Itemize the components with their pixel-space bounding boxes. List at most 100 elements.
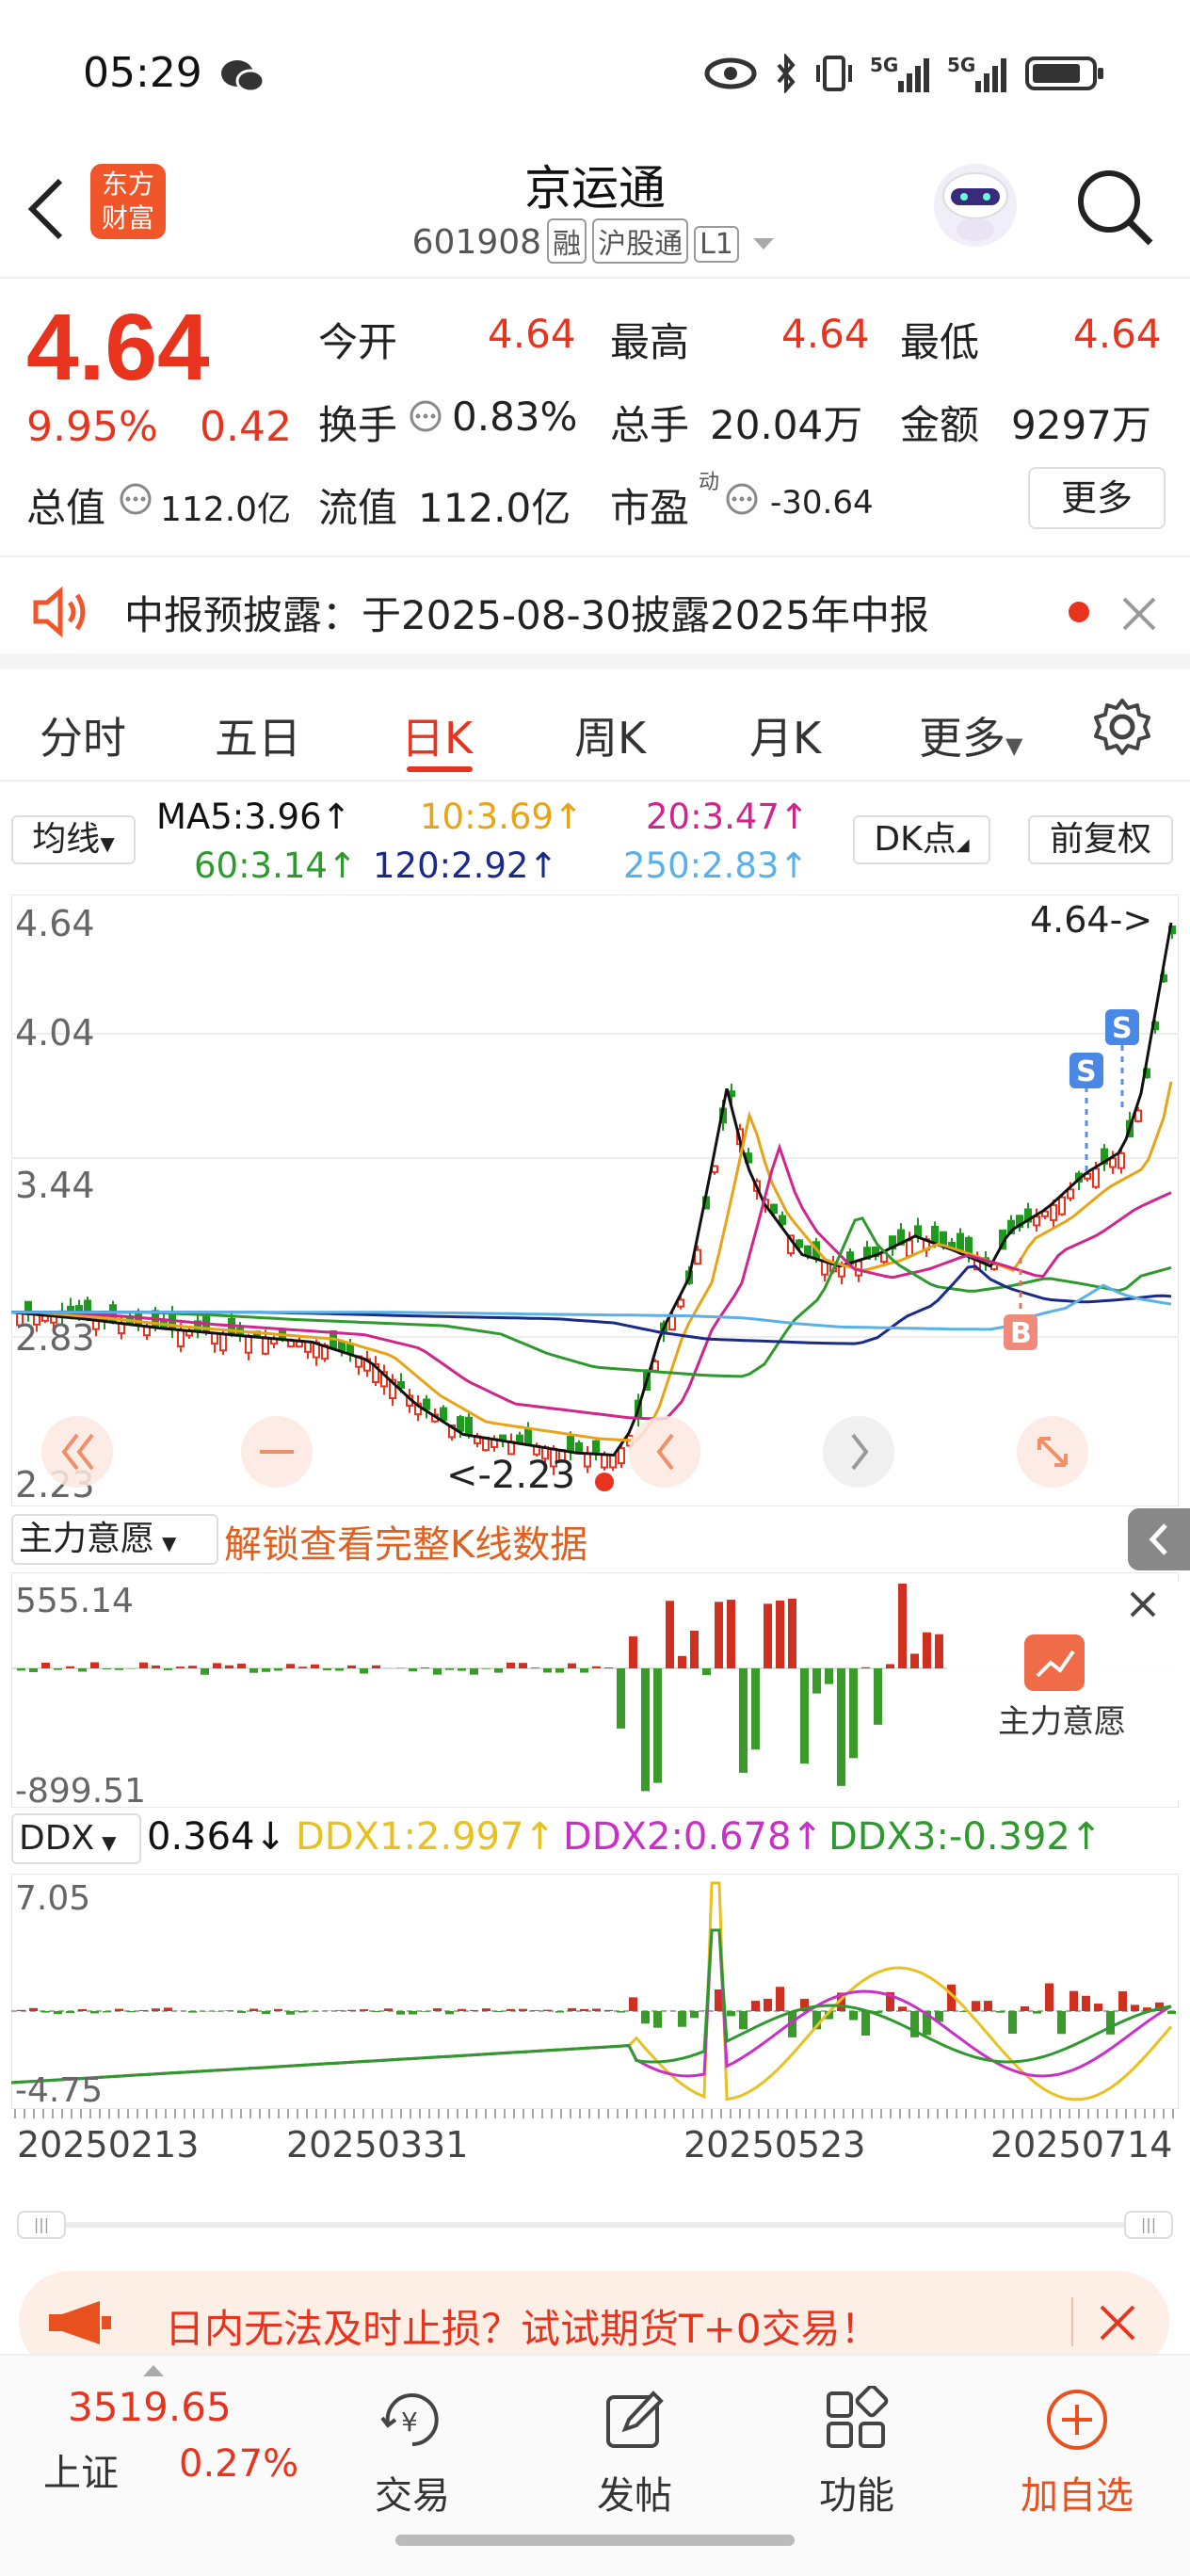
ddx1-text: DDX1:2.997 [296, 1815, 524, 1859]
main-force-bar [874, 1668, 882, 1725]
dk-point-label: DK点 [874, 820, 957, 859]
kline-chart[interactable]: 4.64 4.04 3.44 2.83 2.23 4.64-> <-2.23 S… [11, 894, 1179, 1506]
y-tick-label: 3.44 [15, 1165, 95, 1206]
ddx-bar [1118, 1990, 1127, 2011]
ddx-bar [861, 2011, 870, 2037]
main-force-bar [825, 1668, 833, 1684]
y-tick-label: 2.83 [15, 1317, 95, 1359]
ddx-bar [604, 2009, 613, 2011]
ddx-bar [347, 2009, 356, 2011]
candle-body [262, 1336, 269, 1355]
candle-body [906, 1239, 913, 1257]
ma-selector[interactable]: 均线▼ [11, 815, 136, 864]
megaphone-icon [49, 2301, 111, 2344]
main-force-bar [335, 1668, 344, 1671]
candle-body [1067, 1188, 1074, 1199]
robot-avatar-icon[interactable] [928, 158, 1022, 249]
main-force-bar [421, 1667, 429, 1668]
corner-caret-icon: ◢ [956, 835, 970, 855]
close-icon[interactable] [1120, 595, 1158, 633]
ma5-value: MA5:3.96↑ [156, 797, 351, 837]
ddx-bar [592, 2008, 601, 2011]
index-name[interactable]: 上证 [43, 2442, 119, 2497]
main-force-bar [812, 1668, 821, 1694]
volume-value: 20.04万 [710, 402, 863, 448]
ddx-bar [568, 2007, 576, 2011]
candle-body [440, 1407, 447, 1422]
candle-body [567, 1436, 574, 1453]
more-dots-icon[interactable] [725, 482, 759, 516]
ddx-chart[interactable]: 7.05 -4.75 [11, 1874, 1179, 2109]
main-force-bar [164, 1668, 172, 1670]
turnover-value: 0.83% [452, 394, 578, 440]
ddx-bar [653, 2011, 662, 2028]
main-force-chart[interactable]: 555.14 -899.51 主力意愿 [11, 1572, 1179, 1808]
more-dots-icon[interactable] [409, 399, 442, 433]
more-button[interactable]: 更多 [1028, 467, 1166, 529]
candle-body [465, 1416, 473, 1436]
ddx-bar [249, 2008, 258, 2011]
tab-more[interactable]: 更多▼ [919, 704, 1022, 766]
main-force-bar [910, 1653, 919, 1668]
ma10-value: 10:3.69↑ [420, 797, 583, 837]
date-label: 20250714 [990, 2124, 1173, 2165]
vibrate-icon [816, 56, 852, 91]
high-value: 4.64 [781, 311, 870, 357]
indicator-selector[interactable]: 主力意愿 ▼ [11, 1514, 218, 1565]
caret-down-icon[interactable] [749, 234, 778, 253]
event-dot-icon [595, 1473, 614, 1491]
main-force-app-icon[interactable] [1024, 1634, 1085, 1691]
ddx-selector[interactable]: DDX ▼ [11, 1813, 141, 1864]
ddx-bar [849, 2011, 858, 2021]
tag-level: L1 [694, 226, 739, 263]
main-force-bar [201, 1668, 209, 1675]
ddx-bar [66, 2011, 74, 2014]
collapse-panel-button[interactable] [1128, 1508, 1190, 1570]
scroll-right-button[interactable] [823, 1416, 894, 1488]
tab-daily-k[interactable]: 日K [401, 704, 473, 766]
main-force-bar [188, 1666, 197, 1668]
fullscreen-button[interactable] [1017, 1416, 1088, 1488]
main-force-min-label: -899.51 [15, 1772, 146, 1808]
ddx-bar [555, 2011, 564, 2013]
ddx-bar [433, 2008, 442, 2011]
tab-weekly-k[interactable]: 周K [574, 704, 646, 766]
tab-five-day[interactable]: 五日 [215, 704, 301, 766]
ddx-bar [409, 2011, 417, 2015]
more-dots-icon[interactable] [119, 482, 153, 516]
main-force-bar [788, 1598, 796, 1668]
nav-trade[interactable]: ¥ 交易 [337, 2386, 488, 2520]
ddx-bar [996, 2011, 1005, 2013]
stock-code: 601908 [411, 223, 542, 262]
chart-scrollbar[interactable]: ||| ||| [17, 2211, 1173, 2239]
scroll-left-button[interactable] [629, 1416, 700, 1488]
adjust-button[interactable]: 前复权 [1028, 815, 1173, 864]
ddx-bar [262, 2011, 270, 2015]
indicator-selector-label: 主力意愿 [19, 1520, 155, 1558]
ddx-bar [421, 2011, 429, 2012]
chevron-left-icon [1149, 1523, 1167, 1555]
scroll-left-fast-button[interactable] [41, 1416, 113, 1488]
index-value[interactable]: 3519.65 [68, 2384, 232, 2430]
notice-text: 中报预披露：于2025-08-30披露2025年中报 [124, 592, 929, 638]
gear-icon[interactable] [1092, 697, 1152, 757]
close-icon[interactable] [1098, 2303, 1137, 2343]
main-force-bar [507, 1662, 515, 1668]
tab-intraday[interactable]: 分时 [40, 704, 126, 766]
tab-monthly-k[interactable]: 月K [749, 704, 821, 766]
search-icon[interactable] [1073, 166, 1156, 249]
dk-point-button[interactable]: DK点◢ [853, 815, 990, 864]
zoom-out-button[interactable] [241, 1416, 313, 1488]
nav-post[interactable]: 发帖 [559, 2386, 710, 2520]
unlock-link[interactable]: 解锁查看完整K线数据 [224, 1514, 587, 1569]
notice-bar[interactable]: 中报预披露：于2025-08-30披露2025年中报 [0, 555, 1190, 668]
ddx-text: 0.364 [147, 1815, 255, 1859]
scrollbar-left-handle[interactable]: ||| [17, 2211, 66, 2239]
nav-functions[interactable]: 功能 [781, 2384, 932, 2520]
main-force-bar [409, 1668, 417, 1672]
last-price-marker: 4.64-> [1030, 899, 1152, 941]
open-value: 4.64 [488, 311, 576, 357]
scrollbar-right-handle[interactable]: ||| [1124, 2211, 1173, 2239]
nav-add-watchlist[interactable]: 加自选 [1002, 2386, 1152, 2520]
main-force-bar [360, 1668, 368, 1674]
